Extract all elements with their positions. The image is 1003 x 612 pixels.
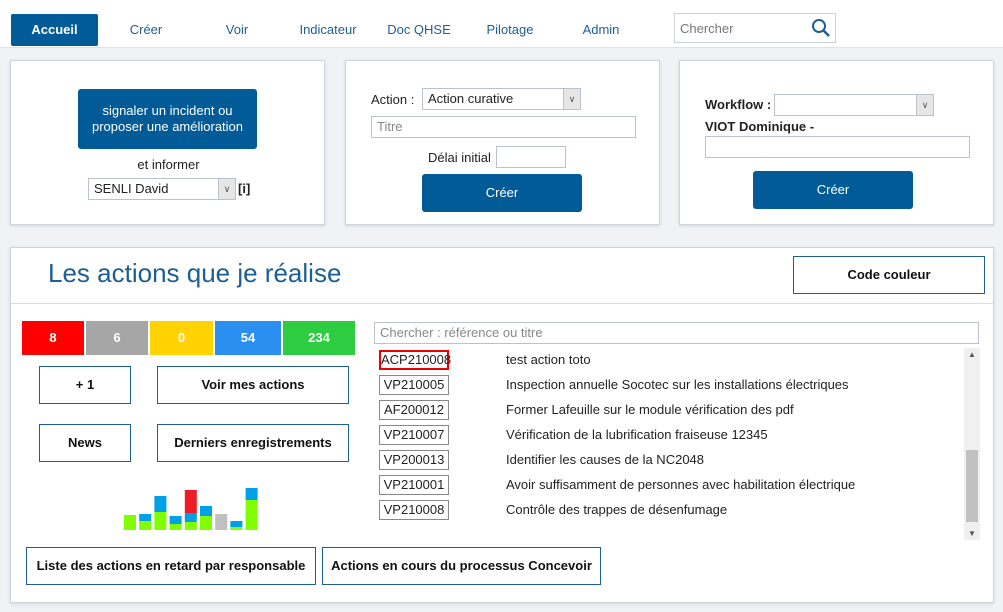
table-row[interactable]: VP210001 Avoir suffisamment de personnes …: [374, 473, 964, 498]
bar-green: [245, 500, 258, 530]
last-records-button[interactable]: Derniers enregistrements: [157, 424, 349, 462]
selected-action-type: Action curative: [428, 91, 514, 106]
action-title[interactable]: Identifier les causes de la NC2048: [506, 452, 704, 467]
delay-label: Délai initial: [428, 150, 491, 165]
bar-green: [230, 527, 243, 530]
chevron-down-icon: ∨: [563, 89, 580, 109]
info-link[interactable]: [i]: [238, 181, 250, 196]
my-actions-button[interactable]: Voir mes actions: [157, 366, 349, 404]
scroll-down-icon[interactable]: ▼: [968, 529, 976, 538]
top-nav: Accueil Créer Voir Indicateur Doc QHSE P…: [0, 0, 1003, 48]
bar-grey: [215, 514, 228, 530]
tab-indicateur[interactable]: Indicateur: [293, 14, 363, 46]
action-title[interactable]: Contrôle des trappes de désenfumage: [506, 502, 727, 517]
inform-label: et informer: [137, 157, 200, 172]
counter-blue[interactable]: 54: [215, 321, 281, 355]
action-reference[interactable]: ACP210008: [379, 350, 451, 370]
title-input[interactable]: Titre: [371, 116, 636, 138]
workflow-person: VIOT Dominique -: [705, 119, 815, 134]
delay-input[interactable]: [496, 146, 566, 168]
bar-blue: [154, 496, 167, 512]
action-search-input[interactable]: Chercher : référence ou titre: [374, 322, 979, 344]
bar-green: [124, 515, 136, 530]
action-reference[interactable]: VP210008: [379, 500, 449, 520]
table-row[interactable]: VP210007 Vérification de la lubrification…: [374, 423, 964, 448]
workflow-select[interactable]: ∨: [774, 94, 934, 116]
action-type-select[interactable]: Action curative ∨: [422, 88, 581, 110]
action-title[interactable]: Vérification de la lubrification fraiseu…: [506, 427, 768, 442]
action-reference[interactable]: VP200013: [379, 450, 449, 470]
bar-green: [154, 512, 167, 530]
tab-doc-qhse[interactable]: Doc QHSE: [384, 14, 454, 46]
tab-accueil[interactable]: Accueil: [11, 14, 98, 46]
scrollbar-thumb[interactable]: [966, 450, 978, 522]
counter-grey[interactable]: 6: [86, 321, 148, 355]
create-workflow-button[interactable]: Créer: [753, 171, 913, 209]
tab-admin[interactable]: Admin: [566, 14, 636, 46]
action-reference[interactable]: VP210005: [379, 375, 449, 395]
table-row[interactable]: AF200012 Former Lafeuille sur le module v…: [374, 398, 964, 423]
workflow-field[interactable]: [705, 136, 970, 158]
incident-card: signaler un incident ou proposer une amé…: [10, 60, 325, 225]
magnifier-icon[interactable]: [811, 18, 831, 38]
color-code-button[interactable]: Code couleur: [793, 256, 985, 294]
tab-pilotage[interactable]: Pilotage: [475, 14, 545, 46]
bar-green: [200, 516, 212, 530]
late-by-owner-button[interactable]: Liste des actions en retard par responsa…: [26, 547, 316, 585]
counter-yellow[interactable]: 0: [150, 321, 213, 355]
bar-green: [139, 521, 152, 530]
action-label: Action :: [371, 92, 415, 107]
mini-chart[interactable]: [120, 480, 260, 532]
report-incident-button[interactable]: signaler un incident ou proposer une amé…: [78, 89, 257, 149]
page-title: Les actions que je réalise: [48, 258, 342, 288]
selected-person: SENLI David: [94, 181, 169, 196]
workflow-card: Workflow : ∨ VIOT Dominique - Créer: [679, 60, 994, 225]
scroll-up-icon[interactable]: ▲: [968, 350, 976, 359]
table-row[interactable]: VP210005 Inspection annuelle Socotec sur …: [374, 373, 964, 398]
action-title[interactable]: test action toto: [506, 352, 591, 367]
bar-green: [184, 522, 197, 530]
table-row[interactable]: ACP210008 test action toto: [374, 348, 964, 373]
action-reference[interactable]: VP210007: [379, 425, 449, 445]
tab-creer[interactable]: Créer: [111, 14, 181, 46]
bar-green: [169, 524, 182, 530]
counter-late[interactable]: 8: [22, 321, 84, 355]
actions-list: ▲ ▼ ACP210008 test action toto VP210005 Ins…: [374, 348, 980, 540]
bar-blue: [230, 521, 243, 527]
action-reference[interactable]: VP210001: [379, 475, 449, 495]
scrollbar[interactable]: ▲ ▼: [964, 348, 980, 540]
action-card: Action : Action curative ∨ Titre Délai in…: [345, 60, 660, 225]
chevron-down-icon: ∨: [218, 179, 235, 199]
bar-blue: [139, 514, 152, 521]
workflow-label: Workflow :: [705, 97, 772, 112]
table-row[interactable]: VP210008 Contrôle des trappes de désenfum…: [374, 498, 964, 523]
action-title[interactable]: Inspection annuelle Socotec sur les inst…: [506, 377, 849, 392]
table-row[interactable]: VP200013 Identifier les causes de la NC20…: [374, 448, 964, 473]
tab-voir[interactable]: Voir: [202, 14, 272, 46]
create-action-button[interactable]: Créer: [422, 174, 582, 212]
search-box: [674, 13, 836, 43]
divider: [11, 303, 993, 304]
counter-green[interactable]: 234: [283, 321, 355, 355]
news-button[interactable]: News: [39, 424, 131, 462]
search-input[interactable]: [675, 14, 805, 42]
process-actions-button[interactable]: Actions en cours du processus Concevoir: [322, 547, 601, 585]
bar-blue: [184, 513, 197, 522]
bar-blue: [200, 506, 212, 516]
action-title[interactable]: Former Lafeuille sur le module vérificat…: [506, 402, 794, 417]
bar-blue: [169, 516, 182, 524]
plus-one-button[interactable]: + 1: [39, 366, 131, 404]
action-title[interactable]: Avoir suffisamment de personnes avec hab…: [506, 477, 855, 492]
action-reference[interactable]: AF200012: [379, 400, 449, 420]
chevron-down-icon: ∨: [916, 95, 933, 115]
inform-person-select[interactable]: SENLI David ∨: [88, 178, 236, 200]
bar-blue: [245, 488, 258, 500]
bar-red: [184, 490, 197, 513]
